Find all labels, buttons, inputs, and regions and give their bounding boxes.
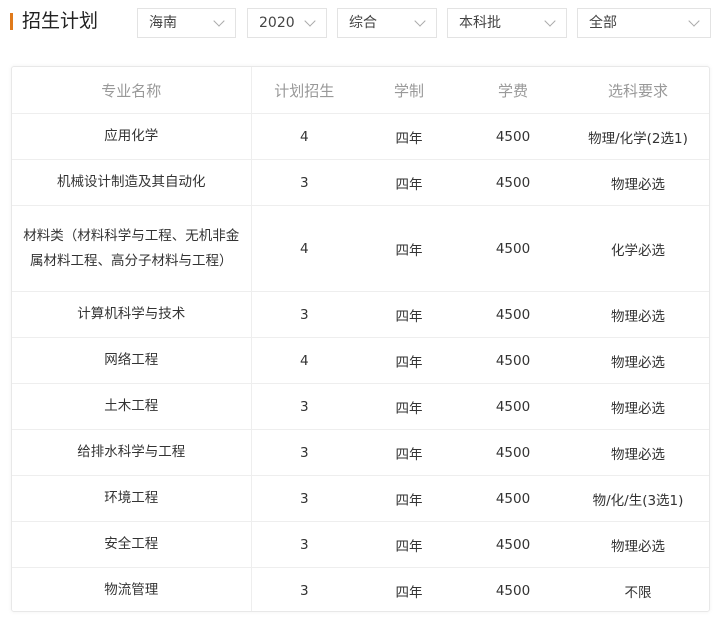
chevron-down-icon: [414, 15, 426, 27]
cell-duration: 四年: [357, 337, 461, 384]
plan-table: 专业名称 计划招生 学制 学费 选科要求 应用化学 4 四年 4500 物理/化…: [12, 67, 709, 611]
category-select-value: 全部: [589, 15, 617, 31]
cell-major: 物流管理: [12, 567, 252, 611]
cell-duration: 四年: [357, 291, 461, 338]
batch-select-value: 本科批: [459, 15, 501, 31]
cell-plan: 3: [251, 475, 357, 522]
province-select-value: 海南: [149, 15, 177, 31]
table-row: 土木工程 3 四年 4500 物理必选: [12, 383, 709, 430]
batch-select[interactable]: 本科批: [447, 8, 567, 38]
cell-plan: 4: [251, 113, 357, 160]
cell-duration: 四年: [357, 475, 461, 522]
column-header-requirement: 选科要求: [565, 67, 709, 114]
cell-major: 给排水科学与工程: [12, 429, 252, 476]
cell-requirement: 物理必选: [565, 159, 709, 206]
subject-type-select-value: 综合: [349, 15, 377, 31]
cell-duration: 四年: [357, 521, 461, 568]
cell-requirement: 物理必选: [565, 429, 709, 476]
cell-tuition: 4500: [461, 159, 565, 206]
cell-major: 土木工程: [12, 383, 252, 430]
cell-tuition: 4500: [461, 205, 565, 292]
cell-tuition: 4500: [461, 475, 565, 522]
cell-plan: 3: [251, 383, 357, 430]
cell-duration: 四年: [357, 205, 461, 292]
cell-tuition: 4500: [461, 291, 565, 338]
cell-requirement: 物理必选: [565, 337, 709, 384]
column-header-major: 专业名称: [12, 67, 252, 114]
cell-tuition: 4500: [461, 567, 565, 611]
year-select-value: 2020: [259, 15, 295, 31]
chevron-down-icon: [304, 15, 316, 27]
column-header-tuition: 学费: [461, 67, 565, 114]
year-select[interactable]: 2020: [247, 8, 327, 38]
cell-plan: 3: [251, 521, 357, 568]
table-row: 计算机科学与技术 3 四年 4500 物理必选: [12, 291, 709, 338]
cell-plan: 4: [251, 337, 357, 384]
cell-duration: 四年: [357, 429, 461, 476]
cell-major: 应用化学: [12, 113, 252, 160]
table-row: 环境工程 3 四年 4500 物/化/生(3选1): [12, 475, 709, 522]
title-accent-bar: [10, 13, 13, 30]
column-header-plan: 计划招生: [251, 67, 357, 114]
cell-tuition: 4500: [461, 383, 565, 430]
table-row: 物流管理 3 四年 4500 不限: [12, 567, 709, 611]
cell-plan: 3: [251, 429, 357, 476]
cell-major: 环境工程: [12, 475, 252, 522]
cell-tuition: 4500: [461, 521, 565, 568]
cell-tuition: 4500: [461, 429, 565, 476]
cell-requirement: 物理/化学(2选1): [565, 113, 709, 160]
enrollment-plan-table: 专业名称 计划招生 学制 学费 选科要求 应用化学 4 四年 4500 物理/化…: [11, 66, 710, 612]
cell-requirement: 化学必选: [565, 205, 709, 292]
cell-duration: 四年: [357, 383, 461, 430]
cell-requirement: 物理必选: [565, 291, 709, 338]
cell-major: 机械设计制造及其自动化: [12, 159, 252, 206]
table-row: 材料类（材料科学与工程、无机非金属材料工程、高分子材料与工程） 4 四年 450…: [12, 205, 709, 292]
table-header-row: 专业名称 计划招生 学制 学费 选科要求: [12, 67, 709, 114]
chevron-down-icon: [688, 15, 700, 27]
cell-plan: 3: [251, 567, 357, 611]
cell-major: 材料类（材料科学与工程、无机非金属材料工程、高分子材料与工程）: [12, 205, 252, 292]
table-row: 应用化学 4 四年 4500 物理/化学(2选1): [12, 113, 709, 160]
chevron-down-icon: [213, 15, 225, 27]
cell-tuition: 4500: [461, 113, 565, 160]
cell-duration: 四年: [357, 159, 461, 206]
cell-requirement: 物/化/生(3选1): [565, 475, 709, 522]
page-header: 招生计划 海南 2020 综合 本科批 全部: [0, 0, 720, 46]
table-row: 安全工程 3 四年 4500 物理必选: [12, 521, 709, 568]
cell-plan: 3: [251, 159, 357, 206]
cell-major: 计算机科学与技术: [12, 291, 252, 338]
column-header-duration: 学制: [357, 67, 461, 114]
cell-tuition: 4500: [461, 337, 565, 384]
cell-duration: 四年: [357, 113, 461, 160]
cell-major: 网络工程: [12, 337, 252, 384]
table-row: 给排水科学与工程 3 四年 4500 物理必选: [12, 429, 709, 476]
province-select[interactable]: 海南: [137, 8, 236, 38]
page-title: 招生计划: [22, 10, 99, 32]
cell-requirement: 物理必选: [565, 383, 709, 430]
category-select[interactable]: 全部: [577, 8, 711, 38]
cell-requirement: 不限: [565, 567, 709, 611]
cell-requirement: 物理必选: [565, 521, 709, 568]
cell-plan: 3: [251, 291, 357, 338]
table-row: 机械设计制造及其自动化 3 四年 4500 物理必选: [12, 159, 709, 206]
cell-plan: 4: [251, 205, 357, 292]
cell-major: 安全工程: [12, 521, 252, 568]
subject-type-select[interactable]: 综合: [337, 8, 437, 38]
table-row: 网络工程 4 四年 4500 物理必选: [12, 337, 709, 384]
cell-duration: 四年: [357, 567, 461, 611]
chevron-down-icon: [544, 15, 556, 27]
